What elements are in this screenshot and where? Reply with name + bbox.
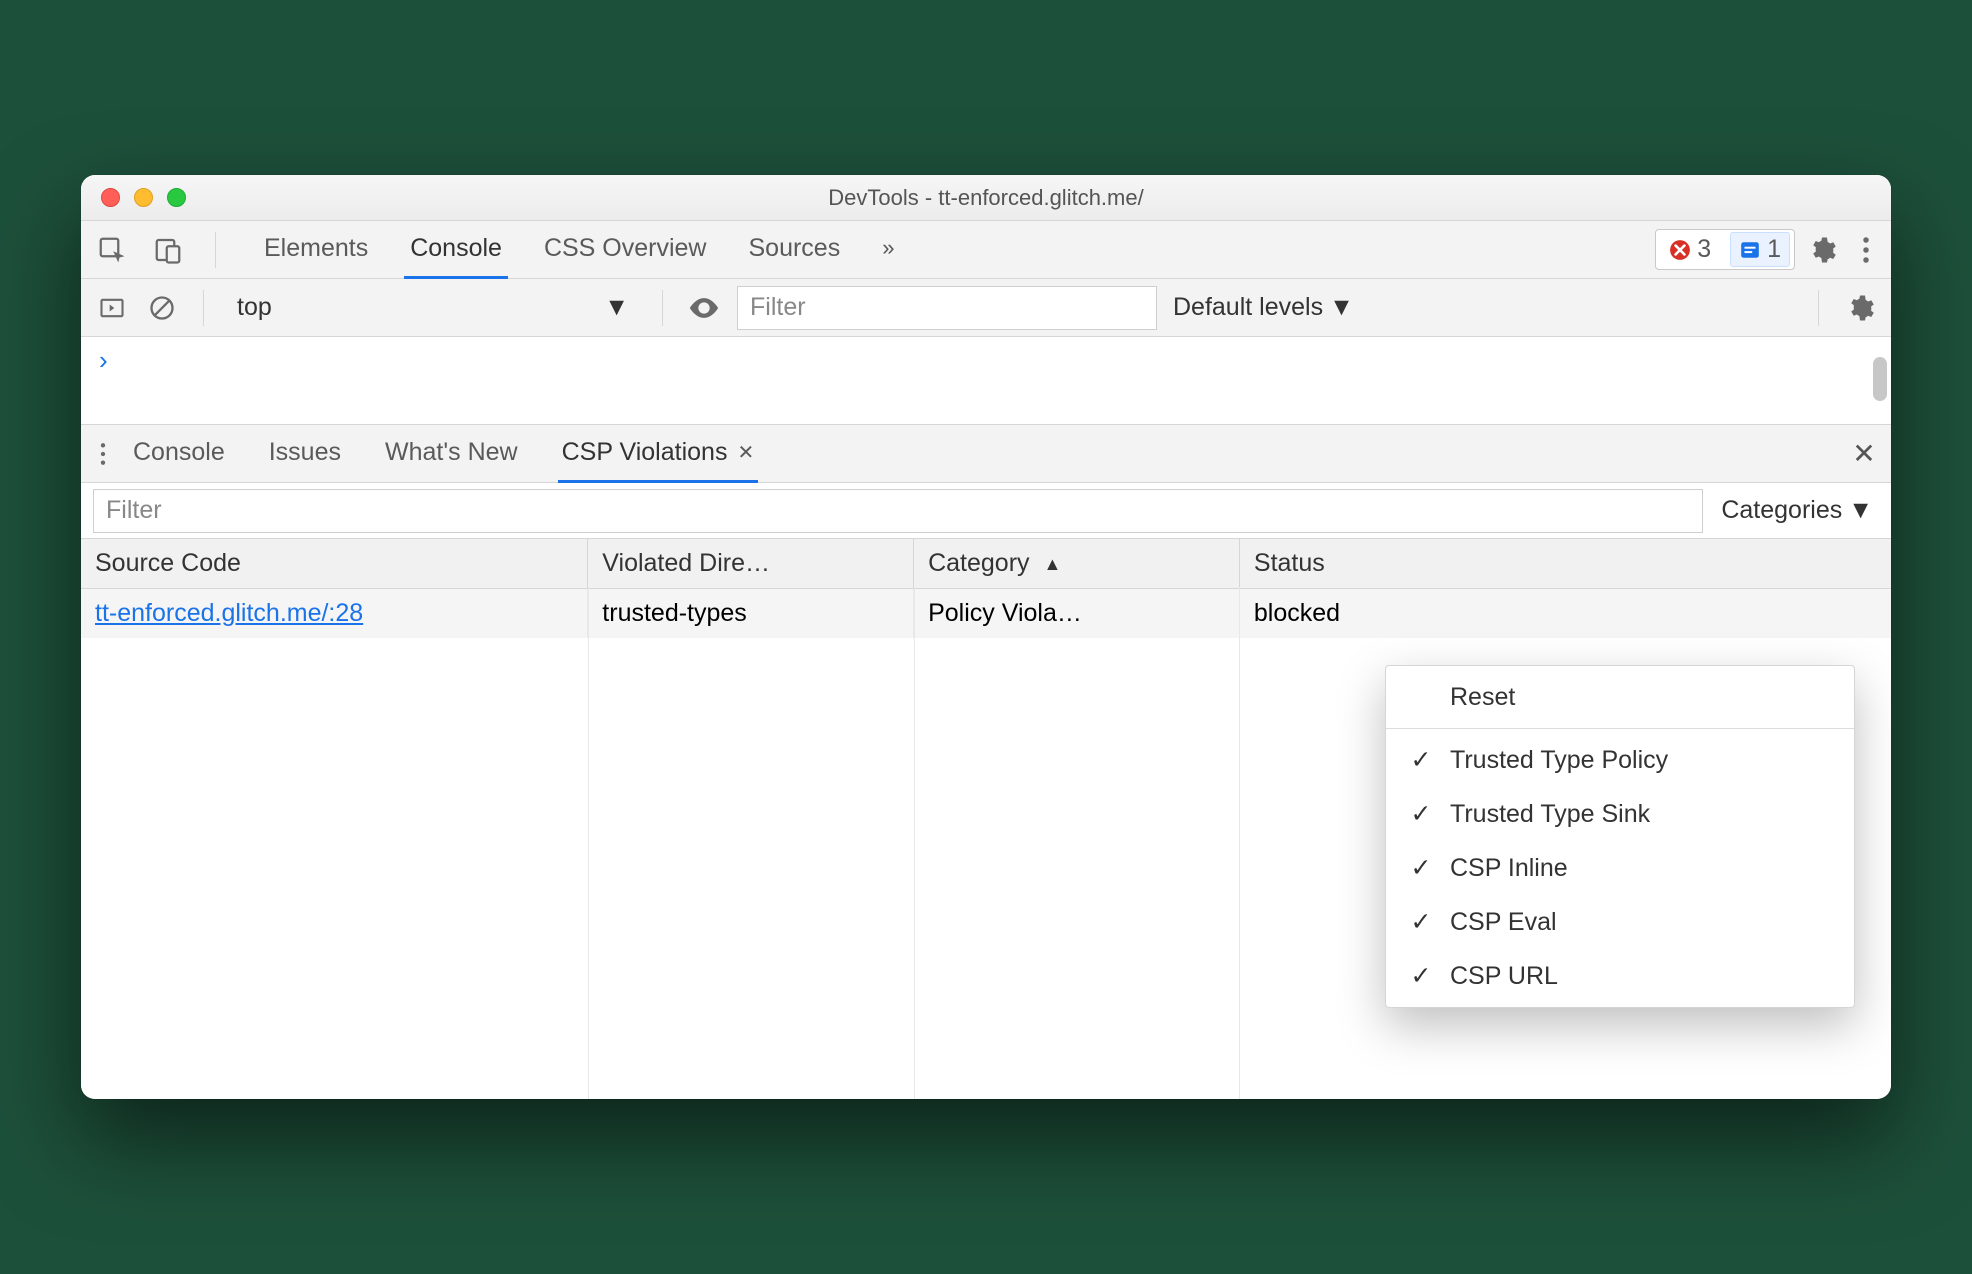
divider — [1386, 728, 1854, 729]
cell-directive: trusted-types — [588, 589, 914, 639]
kebab-menu-icon[interactable] — [1849, 233, 1883, 267]
violations-filter-row: Filter Categories ▼ — [81, 483, 1891, 539]
inspect-element-icon[interactable] — [95, 233, 129, 267]
close-tab-icon[interactable]: ✕ — [737, 440, 754, 465]
error-icon — [1669, 239, 1691, 261]
clear-console-icon[interactable] — [145, 291, 179, 325]
devtools-window: DevTools - tt-enforced.glitch.me/ — [81, 175, 1891, 1099]
source-link[interactable]: tt-enforced.glitch.me/:28 — [95, 599, 363, 627]
chevron-down-icon: ▼ — [1848, 496, 1873, 525]
console-settings-icon[interactable] — [1843, 291, 1877, 325]
chevron-double-right-icon: » — [882, 235, 894, 261]
check-icon: ✓ — [1410, 907, 1432, 937]
dropdown-item-trusted-type-policy[interactable]: ✓ Trusted Type Policy — [1386, 733, 1854, 787]
col-status[interactable]: Status — [1239, 539, 1891, 589]
dropdown-item-trusted-type-sink[interactable]: ✓ Trusted Type Sink — [1386, 787, 1854, 841]
check-icon: ✓ — [1410, 853, 1432, 883]
col-violated-directive[interactable]: Violated Dire… — [588, 539, 914, 589]
console-toolbar: top ▼ Filter Default levels ▼ — [81, 279, 1891, 337]
divider — [203, 290, 204, 326]
errors-badge[interactable]: 3 — [1660, 232, 1720, 267]
live-expression-icon[interactable] — [687, 291, 721, 325]
check-icon: ✓ — [1410, 961, 1432, 991]
drawer-tabstrip: Console Issues What's New CSP Violations… — [81, 425, 1891, 483]
drawer-tab-whats-new[interactable]: What's New — [381, 425, 522, 483]
chevron-down-icon: ▼ — [604, 293, 629, 322]
col-source-code[interactable]: Source Code — [81, 539, 588, 589]
table-row[interactable]: tt-enforced.glitch.me/:28 trusted-types … — [81, 589, 1891, 639]
window-controls — [81, 188, 186, 207]
drawer-tab-console[interactable]: Console — [129, 425, 229, 483]
console-output[interactable]: › — [81, 337, 1891, 425]
close-drawer-icon[interactable]: ✕ — [1847, 437, 1881, 471]
issues-count: 1 — [1767, 235, 1781, 264]
divider — [1818, 290, 1819, 326]
main-tabstrip: Elements Console CSS Overview Sources » … — [81, 221, 1891, 279]
tabs-overflow-button[interactable]: » — [876, 221, 900, 279]
tab-console[interactable]: Console — [404, 221, 508, 279]
divider — [662, 290, 663, 326]
check-icon: ✓ — [1410, 745, 1432, 775]
divider — [215, 232, 216, 268]
console-filter-input[interactable]: Filter — [737, 286, 1157, 330]
dropdown-item-csp-url[interactable]: ✓ CSP URL — [1386, 949, 1854, 1003]
dropdown-reset[interactable]: ✓ Reset — [1386, 670, 1854, 724]
execution-context-select[interactable]: top ▼ — [228, 292, 638, 323]
dropdown-item-csp-inline[interactable]: ✓ CSP Inline — [1386, 841, 1854, 895]
minimize-window-button[interactable] — [134, 188, 153, 207]
titlebar: DevTools - tt-enforced.glitch.me/ — [81, 175, 1891, 221]
dropdown-item-csp-eval[interactable]: ✓ CSP Eval — [1386, 895, 1854, 949]
cell-category: Policy Viola… — [914, 589, 1240, 639]
sort-asc-icon: ▲ — [1044, 554, 1062, 574]
check-icon: ✓ — [1410, 799, 1432, 829]
window-title: DevTools - tt-enforced.glitch.me/ — [81, 185, 1891, 211]
close-window-button[interactable] — [101, 188, 120, 207]
tab-sources[interactable]: Sources — [743, 221, 847, 279]
categories-dropdown-button[interactable]: Categories ▼ — [1703, 496, 1891, 525]
drawer-tab-issues[interactable]: Issues — [265, 425, 345, 483]
violations-filter-input[interactable]: Filter — [93, 489, 1703, 533]
status-badges: 3 1 — [1655, 229, 1795, 270]
table-header-row: Source Code Violated Dire… Category▲ Sta… — [81, 539, 1891, 589]
sidebar-toggle-icon[interactable] — [95, 291, 129, 325]
col-category[interactable]: Category▲ — [914, 539, 1240, 589]
settings-icon[interactable] — [1805, 233, 1839, 267]
chevron-down-icon: ▼ — [1329, 293, 1354, 322]
drawer-tab-csp-violations[interactable]: CSP Violations ✕ — [558, 425, 759, 483]
issue-icon — [1739, 239, 1761, 261]
device-toolbar-icon[interactable] — [151, 233, 185, 267]
drawer-tabs: Console Issues What's New CSP Violations… — [129, 425, 758, 483]
cell-status: blocked — [1239, 589, 1891, 639]
errors-count: 3 — [1697, 235, 1711, 264]
issues-badge[interactable]: 1 — [1730, 232, 1790, 267]
zoom-window-button[interactable] — [167, 188, 186, 207]
categories-dropdown-menu: ✓ Reset ✓ Trusted Type Policy ✓ Trusted … — [1385, 665, 1855, 1008]
log-levels-select[interactable]: Default levels ▼ — [1173, 293, 1354, 322]
tab-css-overview[interactable]: CSS Overview — [538, 221, 713, 279]
console-prompt-icon: › — [99, 345, 108, 376]
drawer-menu-icon[interactable] — [91, 441, 115, 467]
scrollbar[interactable] — [1873, 357, 1887, 401]
main-tabs: Elements Console CSS Overview Sources » — [258, 221, 900, 279]
tab-elements[interactable]: Elements — [258, 221, 374, 279]
